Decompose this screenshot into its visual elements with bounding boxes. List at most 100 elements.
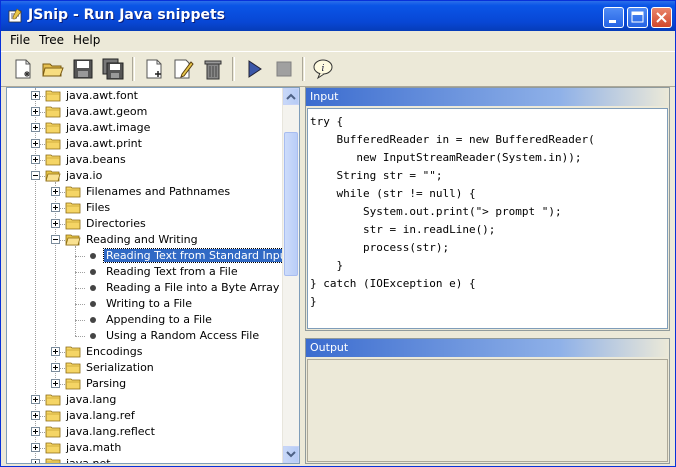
tree-folder-node[interactable]: java.awt.font — [7, 88, 283, 104]
scroll-thumb[interactable] — [284, 132, 298, 276]
tree-item-label[interactable]: java.lang.reflect — [64, 425, 157, 438]
tree-leaf[interactable]: Using a Random Access File — [7, 328, 283, 344]
folder-icon — [65, 362, 81, 374]
snippet-tree[interactable]: java.awt.font java.awt.geom java.awt.image… — [6, 87, 300, 464]
tree-item-label[interactable]: java.awt.font — [64, 89, 140, 102]
tree-folder-node[interactable]: Directories — [7, 216, 283, 232]
tree-folder-node[interactable]: java.math — [7, 440, 283, 456]
bullet-icon — [90, 301, 96, 307]
expand-icon[interactable] — [51, 203, 60, 212]
expand-icon[interactable] — [51, 363, 60, 372]
scroll-down-button[interactable] — [283, 446, 299, 463]
new-file-icon[interactable] — [142, 57, 166, 81]
stop-icon[interactable] — [272, 57, 296, 81]
tree-folder-node[interactable]: java.io — [7, 168, 283, 184]
folder-icon — [45, 442, 61, 454]
tree-item-label[interactable]: java.awt.image — [64, 121, 152, 134]
menu-file[interactable]: File — [10, 33, 30, 47]
tree-item-label[interactable]: Encodings — [84, 345, 144, 358]
expand-icon[interactable] — [31, 107, 40, 116]
tree-folder-node[interactable]: Filenames and Pathnames — [7, 184, 283, 200]
info-balloon-icon[interactable]: i — [311, 57, 335, 81]
toolbar: i — [1, 51, 675, 87]
tree-item-label[interactable]: Serialization — [84, 361, 156, 374]
tree-item-label[interactable]: java.lang — [64, 393, 118, 406]
tree-folder-node[interactable]: java.beans — [7, 152, 283, 168]
tree-folder-node[interactable]: java.awt.print — [7, 136, 283, 152]
title-bar[interactable]: JSnip - Run Java snippets — [1, 1, 675, 31]
save-icon[interactable] — [71, 57, 95, 81]
tree-leaf[interactable]: Appending to a File — [7, 312, 283, 328]
expand-icon[interactable] — [51, 379, 60, 388]
tree-item-label[interactable]: Reading Text from a File — [104, 265, 240, 278]
tree-item-label[interactable]: Reading Text from Standard Input — [102, 248, 295, 263]
tree-leaf[interactable]: Reading a File into a Byte Array — [7, 280, 283, 296]
expand-icon[interactable] — [51, 219, 60, 228]
tree-item-label[interactable]: java.awt.geom — [64, 105, 149, 118]
tree-item-label[interactable]: Directories — [84, 217, 148, 230]
tree-item-label[interactable]: java.net — [64, 457, 113, 463]
expand-icon[interactable] — [31, 123, 40, 132]
new-snippet-icon[interactable] — [11, 57, 35, 81]
output-panel-title: Output — [310, 341, 349, 354]
expand-icon[interactable] — [31, 459, 40, 463]
minimize-button[interactable] — [603, 7, 624, 28]
run-icon[interactable] — [242, 57, 266, 81]
tree-item-label[interactable]: Filenames and Pathnames — [84, 185, 232, 198]
tree-item-label[interactable]: java.awt.print — [64, 137, 144, 150]
toolbar-separator — [132, 57, 135, 81]
expand-icon[interactable] — [31, 91, 40, 100]
window-title: JSnip - Run Java snippets — [28, 7, 225, 23]
tree-item-label[interactable]: java.io — [64, 169, 104, 182]
expand-icon[interactable] — [31, 443, 40, 452]
tree-item-label[interactable]: Reading a File into a Byte Array — [104, 281, 281, 294]
tree-folder-node[interactable]: Parsing — [7, 376, 283, 392]
tree-folder-node[interactable]: Encodings — [7, 344, 283, 360]
trash-icon[interactable] — [201, 57, 225, 81]
code-editor[interactable]: try { BufferedReader in = new BufferedRe… — [307, 108, 668, 329]
tree-item-label[interactable]: Using a Random Access File — [104, 329, 261, 342]
input-panel-title: Input — [310, 90, 339, 103]
expand-icon[interactable] — [51, 187, 60, 196]
tree-leaf[interactable]: Reading Text from a File — [7, 264, 283, 280]
open-folder-icon[interactable] — [41, 57, 65, 81]
tree-item-label[interactable]: java.beans — [64, 153, 128, 166]
tree-item-label[interactable]: Reading and Writing — [84, 233, 200, 246]
output-area[interactable] — [307, 359, 668, 462]
tree-scrollbar[interactable] — [282, 88, 299, 463]
menu-tree[interactable]: Tree — [39, 33, 64, 47]
close-button[interactable] — [651, 7, 672, 28]
tree-folder-node[interactable]: Reading and Writing — [7, 232, 283, 248]
expand-icon[interactable] — [31, 139, 40, 148]
tree-folder-node[interactable]: java.lang.ref — [7, 408, 283, 424]
tree-leaf[interactable]: Writing to a File — [7, 296, 283, 312]
tree-item-label[interactable]: Parsing — [84, 377, 128, 390]
tree-leaf[interactable]: Reading Text from Standard Input — [7, 248, 295, 264]
expand-icon[interactable] — [31, 155, 40, 164]
bullet-icon — [90, 269, 96, 275]
save-all-icon[interactable] — [101, 57, 125, 81]
edit-icon[interactable] — [171, 57, 195, 81]
tree-folder-node[interactable]: java.net — [7, 456, 283, 463]
tree-folder-node[interactable]: java.lang.reflect — [7, 424, 283, 440]
tree-folder-node[interactable]: Serialization — [7, 360, 283, 376]
expand-icon[interactable] — [31, 395, 40, 404]
expand-icon[interactable] — [31, 427, 40, 436]
maximize-button[interactable] — [627, 7, 648, 28]
expand-icon[interactable] — [31, 411, 40, 420]
tree-item-label[interactable]: java.math — [64, 441, 123, 454]
close-icon — [656, 12, 667, 23]
menu-help[interactable]: Help — [73, 33, 100, 47]
collapse-icon[interactable] — [31, 171, 40, 180]
tree-folder-node[interactable]: java.lang — [7, 392, 283, 408]
scroll-up-button[interactable] — [283, 88, 299, 105]
collapse-icon[interactable] — [51, 235, 60, 244]
expand-icon[interactable] — [51, 347, 60, 356]
tree-item-label[interactable]: Writing to a File — [104, 297, 194, 310]
tree-item-label[interactable]: Files — [84, 201, 112, 214]
tree-item-label[interactable]: Appending to a File — [104, 313, 214, 326]
tree-item-label[interactable]: java.lang.ref — [64, 409, 137, 422]
tree-folder-node[interactable]: java.awt.image — [7, 120, 283, 136]
tree-folder-node[interactable]: Files — [7, 200, 283, 216]
tree-folder-node[interactable]: java.awt.geom — [7, 104, 283, 120]
